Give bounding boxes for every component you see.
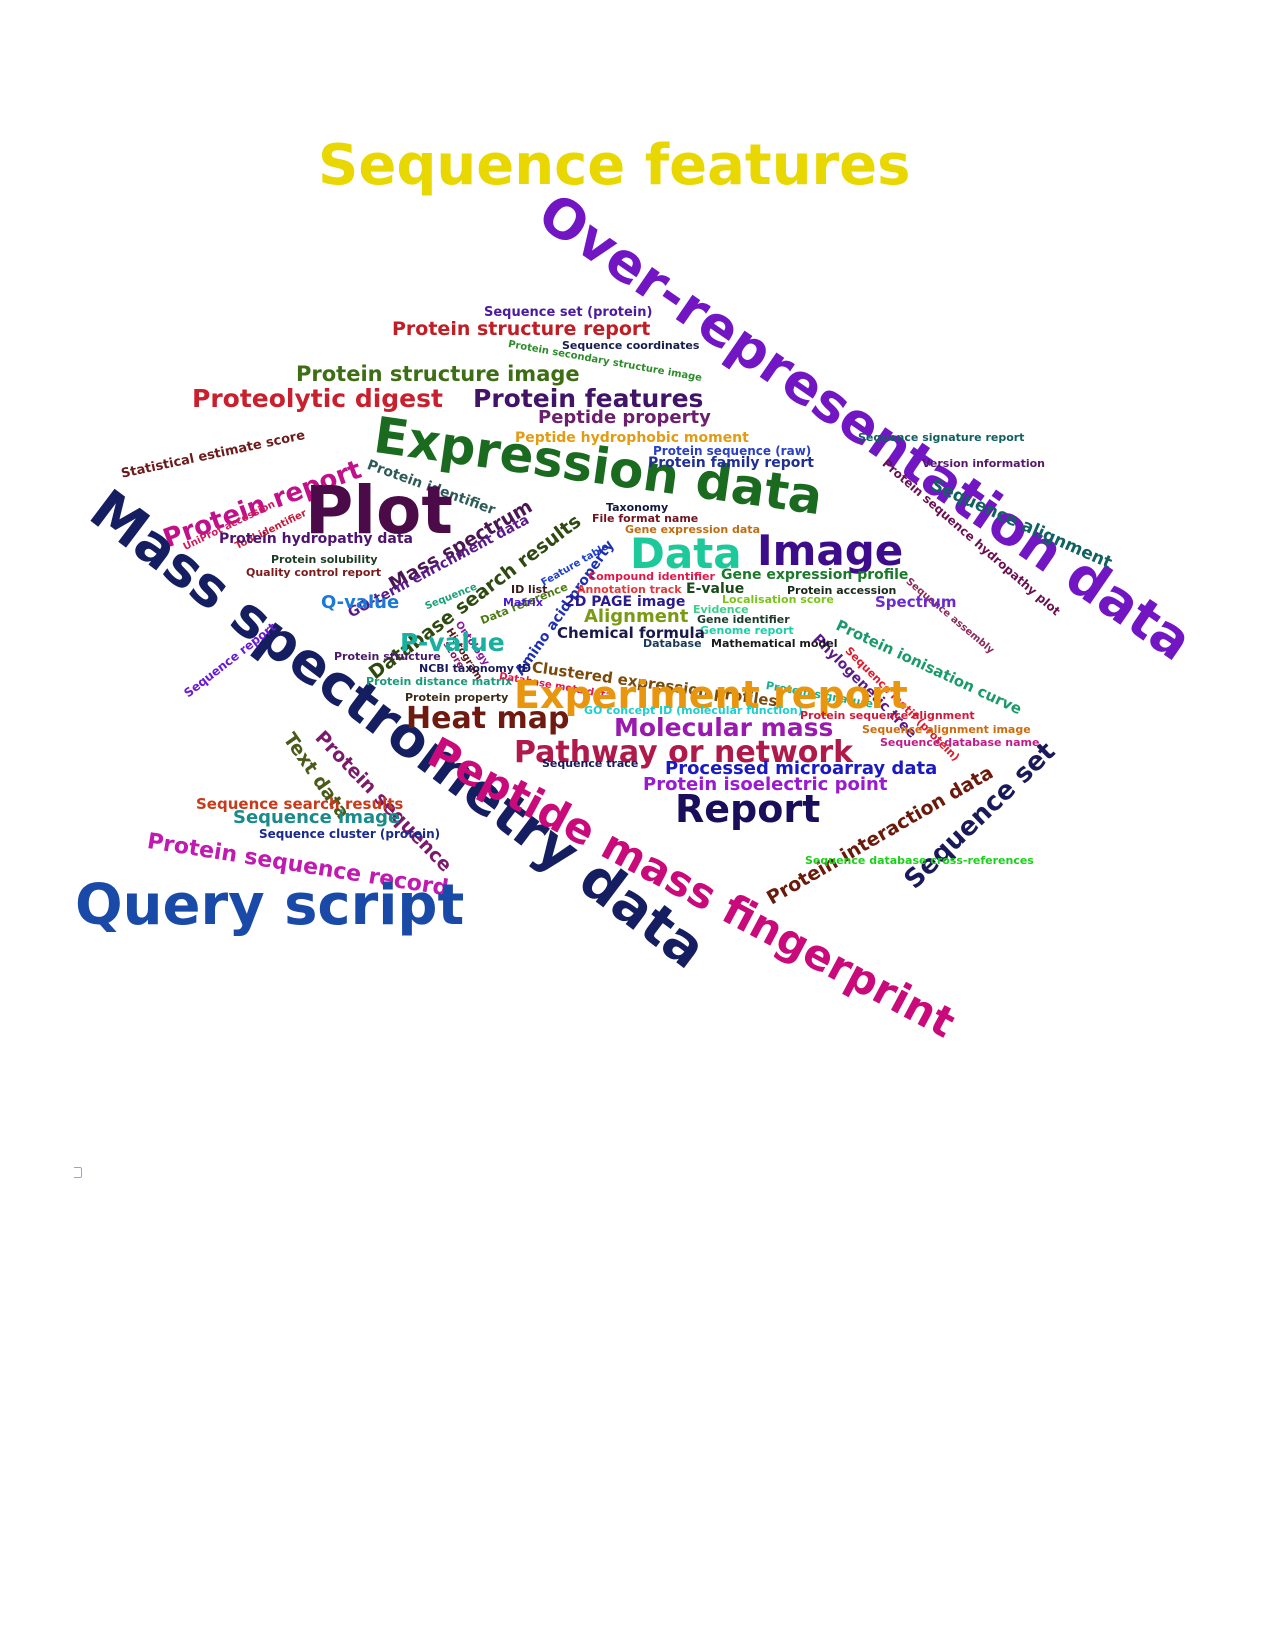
word-image: Image (757, 526, 904, 575)
word-protein-structure-report: Protein structure report (392, 318, 651, 340)
word-q-value: Q-value (321, 592, 400, 613)
word-sequence-signature-report: Sequence signature report (858, 431, 1025, 444)
word-sequence-coordinates: Sequence coordinates (562, 339, 700, 352)
word-version-information: Version information (922, 457, 1046, 470)
word-report: Report (675, 787, 821, 831)
word-sequence-image: Sequence image (233, 807, 401, 828)
word-protein-structure: Protein structure (334, 650, 441, 663)
word-cloud: Sequence features Over-representation dat… (0, 0, 1275, 1650)
word-proteolytic-digest: Proteolytic digest (192, 384, 443, 413)
word-matrix: Matrix (503, 596, 543, 609)
word-spectrum: Spectrum (875, 593, 957, 611)
word-sequence-alignment-image: Sequence alignment image (862, 723, 1031, 736)
word-sequence-database-name: Sequence database name (880, 736, 1040, 749)
word-heat-map: Heat map (406, 701, 570, 736)
word-peptide-property: Peptide property (538, 407, 711, 428)
word-mathematical-model: Mathematical model (711, 637, 838, 650)
word-genome-report: Genome report (700, 624, 794, 637)
word-protein-family-report: Protein family report (648, 455, 814, 471)
word-id-list: ID list (511, 583, 548, 596)
word-protein-distance-matrix: Protein distance matrix (366, 675, 513, 688)
word-database: Database (643, 637, 702, 650)
page-mark-icon (74, 1167, 82, 1178)
word-protein-solubility: Protein solubility (271, 553, 378, 566)
word-sequence-features: Sequence features (318, 133, 911, 198)
word-sequence-database-cross-references: Sequence database cross-references (805, 854, 1034, 867)
word-peptide-hydrophobic-moment: Peptide hydrophobic moment (515, 430, 749, 446)
word-query-script: Query script (75, 873, 465, 938)
word-quality-control-report: Quality control report (246, 566, 382, 579)
word-sequence-cluster-protein: Sequence cluster (protein) (259, 827, 441, 841)
word-protein-hydropathy-data: Protein hydropathy data (219, 531, 413, 547)
word-gene-expression-profile: Gene expression profile (721, 567, 909, 583)
word-sequence-trace: Sequence trace (542, 757, 639, 770)
word-sequence-assembly: Sequence assembly (903, 576, 996, 657)
word-statistical-estimate-score: Statistical estimate score (119, 428, 307, 482)
word-protein-structure-image: Protein structure image (296, 362, 580, 386)
